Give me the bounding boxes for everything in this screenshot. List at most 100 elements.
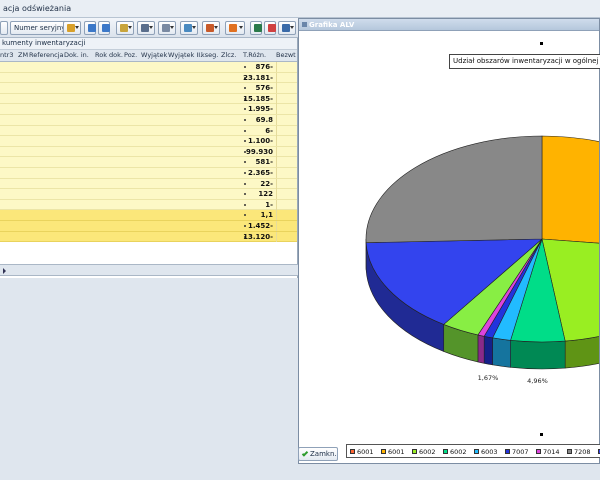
- legend-swatch: [567, 449, 572, 454]
- col-header[interactable]: Bezwt: [276, 51, 296, 59]
- cell-difference: 6-: [265, 126, 273, 135]
- chart-area: 27,01%20,89%4,96%1,67% Udział obszarów i…: [299, 31, 600, 459]
- graphic-icon[interactable]: [264, 21, 276, 35]
- col-header[interactable]: Wyjątek II.: [168, 51, 202, 59]
- arrow-left-icon[interactable]: [0, 21, 8, 35]
- column-divider: [276, 231, 277, 242]
- table-row[interactable]: 1.100-: [0, 136, 297, 147]
- export-icon[interactable]: [202, 21, 220, 35]
- pie-chart: 27,01%20,89%4,96%1,67%: [365, 135, 599, 385]
- legend-label: 6001: [388, 448, 405, 456]
- cell-difference: 876-: [255, 63, 273, 71]
- col-header[interactable]: ZM: [18, 51, 28, 59]
- cell-difference: 99.930: [245, 147, 273, 156]
- legend-entry: 7014: [536, 447, 560, 457]
- status-area: [0, 464, 600, 480]
- close-button[interactable]: Zamkn.: [298, 447, 338, 461]
- legend-swatch: [412, 449, 417, 454]
- layout-icon[interactable]: [225, 21, 245, 35]
- legend-label: 7014: [543, 448, 560, 456]
- legend-swatch: [350, 449, 355, 454]
- table-row[interactable]: 122: [0, 189, 297, 200]
- sum-icon[interactable]: [137, 21, 155, 35]
- pie-label-3: 1,67%: [478, 374, 499, 382]
- column-divider: [276, 62, 277, 72]
- close-button-label: Zamkn.: [310, 450, 337, 458]
- legend-entry: 6001: [381, 447, 405, 457]
- legend-entry: 7208: [567, 447, 591, 457]
- table-row[interactable]: 1.452-: [0, 220, 297, 232]
- pie-slice-8[interactable]: [365, 135, 543, 243]
- chart-dialog: Grafika ALV 27,01%20,89%4,96%1,67% Udzia…: [298, 18, 600, 464]
- grid-icon[interactable]: [250, 21, 262, 35]
- pie-slice-0[interactable]: [541, 135, 599, 252]
- column-divider: [276, 157, 277, 168]
- legend-label: 6001: [357, 448, 374, 456]
- table-row[interactable]: 99.930: [0, 146, 297, 158]
- column-divider: [276, 199, 277, 210]
- table-row[interactable]: 22-: [0, 178, 297, 190]
- cell-difference: 1.995-: [247, 105, 273, 114]
- table-row[interactable]: 1.995-: [0, 104, 297, 115]
- scroll-right-icon[interactable]: [3, 268, 6, 274]
- cell-difference: 23.181-: [243, 73, 273, 82]
- table-row[interactable]: 581-: [0, 157, 297, 168]
- legend-swatch: [505, 449, 510, 454]
- legend-entry: 6003: [474, 447, 498, 457]
- info-icon[interactable]: [278, 21, 296, 35]
- col-header[interactable]: Poz.: [124, 51, 137, 59]
- pie-slice-side-5: [477, 334, 485, 364]
- filter-icon[interactable]: [116, 21, 134, 35]
- cell-difference: 22-: [260, 179, 273, 188]
- column-divider: [276, 178, 277, 189]
- table-row[interactable]: 13.120-: [0, 231, 297, 243]
- window-title: acja odświeżania: [3, 4, 72, 13]
- col-header[interactable]: Dok. in.: [64, 51, 89, 59]
- serial-number-button[interactable]: Numer seryjny: [10, 21, 70, 35]
- pie-slice-side-3: [492, 337, 511, 368]
- table-row[interactable]: 1-: [0, 199, 297, 211]
- window-title-bar: acja odświeżania: [0, 0, 600, 18]
- horizontal-scrollbar[interactable]: [0, 264, 298, 276]
- table-row[interactable]: 23.181-: [0, 72, 297, 84]
- cell-difference: 1-: [265, 200, 273, 209]
- col-header[interactable]: Referencja: [29, 51, 64, 59]
- table-row[interactable]: 576-: [0, 83, 297, 94]
- table-row[interactable]: 1,1: [0, 210, 297, 221]
- check-icon: [301, 450, 309, 457]
- col-header[interactable]: Wyjątek: [141, 51, 167, 59]
- table-row[interactable]: 2.365-: [0, 167, 297, 179]
- legend-swatch: [474, 449, 479, 454]
- subtotal-icon[interactable]: [158, 21, 176, 35]
- col-header[interactable]: Zlcz.: [221, 51, 236, 59]
- pie-slice-side-2: [510, 340, 566, 370]
- col-header[interactable]: ntr3: [0, 51, 13, 59]
- dialog-title-bar: Grafika ALV: [299, 19, 599, 31]
- find-icon[interactable]: [63, 21, 81, 35]
- table-row[interactable]: 69.8: [0, 114, 297, 126]
- column-divider: [276, 220, 277, 231]
- selection-handle: [540, 433, 543, 436]
- sort-desc-icon[interactable]: [98, 21, 110, 35]
- sort-asc-icon[interactable]: [84, 21, 96, 35]
- table-row[interactable]: 876-: [0, 62, 297, 73]
- col-header[interactable]: kseg.: [201, 51, 218, 59]
- col-header[interactable]: Rok dok.: [95, 51, 123, 59]
- column-divider: [276, 146, 277, 157]
- legend-label: 6002: [419, 448, 436, 456]
- alv-grid: kumenty inwentaryzacji ntr3 ZM Referencj…: [0, 38, 298, 278]
- column-divider: [276, 72, 277, 83]
- pie-label-2: 4,96%: [527, 377, 548, 385]
- chart-legend: 600160016002600260037007701472087208: [346, 444, 600, 458]
- table-row[interactable]: 6-: [0, 125, 297, 137]
- column-divider: [276, 210, 277, 221]
- table-row[interactable]: 15.185-: [0, 93, 297, 105]
- print-icon[interactable]: [180, 21, 198, 35]
- legend-swatch: [536, 449, 541, 454]
- column-divider: [276, 167, 277, 178]
- grid-header: ntr3 ZM Referencja Dok. in. Rok dok. Poz…: [0, 50, 297, 62]
- cell-difference: 13.120-: [243, 232, 273, 241]
- column-divider: [276, 189, 277, 200]
- col-header[interactable]: T.Różn.: [243, 51, 266, 59]
- legend-label: 6003: [481, 448, 498, 456]
